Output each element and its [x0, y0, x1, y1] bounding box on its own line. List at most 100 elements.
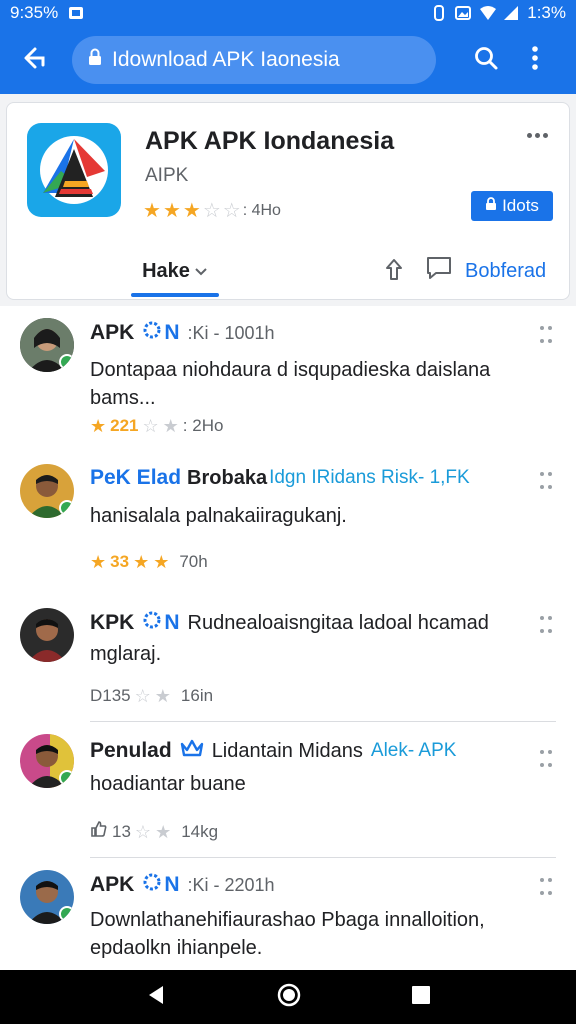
verified-badge-icon: [59, 906, 74, 922]
dot: [540, 878, 544, 882]
url-bar[interactable]: Idownload APK Iaonesia: [72, 36, 436, 84]
reviewer-name[interactable]: Penulad: [90, 739, 172, 763]
browser-toolbar: Idownload APK Iaonesia: [0, 26, 576, 94]
star-icon: ★: [154, 686, 171, 706]
review-text: Downlathanehifiaurashao Pbaga innalloiti…: [90, 909, 485, 959]
review-more-button[interactable]: [540, 616, 556, 638]
review-more-button[interactable]: [540, 472, 556, 494]
reviewer-name[interactable]: APK: [90, 321, 134, 345]
dot: [548, 890, 552, 895]
rating-value: 221: [110, 416, 139, 435]
review-rating: ★ 33 ★ ★ 70h: [90, 552, 208, 572]
badge-letter: N: [164, 873, 180, 896]
dot: [540, 338, 544, 343]
search-button[interactable]: [466, 40, 506, 80]
review-tag[interactable]: Alek- APK: [371, 740, 457, 762]
review-text: mglaraj.: [90, 643, 162, 665]
dot: [526, 132, 532, 138]
system-navigation-bar: [0, 970, 576, 1024]
triangle-back-icon: [148, 985, 163, 1004]
card-more-button[interactable]: [523, 125, 551, 145]
gear-badge-icon: [142, 320, 162, 346]
vibrate-icon: [431, 5, 447, 21]
reviewer-name[interactable]: PeK Elad: [90, 466, 181, 490]
verified-badge: N: [142, 610, 180, 636]
review-meta: Rudnealoaisngitaa ladoal hcamad: [187, 611, 489, 634]
back-arrow-icon: [21, 45, 47, 76]
review-more-button[interactable]: [540, 750, 556, 772]
star-outline-icon: ☆: [142, 416, 159, 436]
developer-name[interactable]: AIPK: [145, 165, 188, 187]
circle-home-icon: [277, 983, 301, 1006]
verified-badge-icon: [59, 354, 74, 370]
star-outline-icon: ☆: [134, 821, 152, 842]
rating-count: : 4Ho: [242, 202, 281, 219]
dot: [548, 484, 552, 489]
badge-letter: N: [164, 611, 180, 634]
dot: [540, 750, 544, 754]
battery-text: 1:3%: [527, 3, 566, 22]
star-icon: ★: [90, 416, 107, 436]
share-button[interactable]: [379, 257, 409, 287]
dot: [540, 628, 544, 633]
review-item: KPK N Rudnealoaisngitaa ladoal hcamad mg…: [0, 596, 576, 722]
dot: [540, 762, 544, 767]
review-item: Penulad Lidantain Midans Alek- APK hoadi…: [0, 722, 576, 858]
nav-recents-button[interactable]: [411, 985, 431, 1010]
reviewer-header: APK N :Ki - 2201h: [90, 872, 275, 898]
overflow-menu-button[interactable]: [520, 40, 550, 80]
review-more-button[interactable]: [540, 326, 556, 348]
nav-home-button[interactable]: [276, 982, 302, 1013]
comment-icon: [425, 255, 453, 287]
review-meta: Lidantain Midans: [211, 739, 363, 762]
avatar[interactable]: [20, 870, 74, 924]
share-icon: [381, 257, 407, 288]
dot: [548, 762, 552, 767]
comment-label: Bobferad: [465, 259, 547, 282]
search-icon: [473, 45, 499, 76]
star-outline-icon: ☆: [222, 200, 241, 222]
install-button[interactable]: Idots: [471, 191, 553, 221]
dot: [548, 616, 552, 620]
crown-badge-icon: [180, 738, 204, 764]
rating-meta: 16in: [180, 686, 214, 705]
dot: [548, 628, 552, 633]
comment-button[interactable]: Bobferad: [425, 255, 546, 287]
back-button[interactable]: [12, 38, 56, 82]
tab-hake[interactable]: Hake: [131, 243, 219, 299]
rating-value: D135: [90, 686, 131, 705]
verified-badge: N: [142, 320, 180, 346]
reviewer-header: Penulad Lidantain Midans Alek- APK: [90, 738, 456, 764]
reviewer-header: PeK Elad Brobaka Idgn IRidans Risk- 1,FK: [90, 466, 470, 490]
chevron-down-icon: [194, 260, 208, 283]
avatar[interactable]: [20, 608, 74, 662]
star-icon: ★: [90, 552, 107, 572]
star-outline-icon: ☆: [134, 686, 151, 706]
review-tag[interactable]: Idgn IRidans Risk- 1,FK: [269, 467, 470, 489]
star-icon: ★: [162, 416, 179, 436]
star-icon: ★: [143, 200, 161, 222]
gear-badge-icon: [142, 872, 162, 898]
thumbs-up-icon[interactable]: [90, 820, 108, 843]
avatar[interactable]: [20, 464, 74, 518]
app-logo-icon: [27, 123, 121, 217]
url-text: Idownload APK Iaonesia: [112, 48, 340, 71]
avatar[interactable]: [20, 734, 74, 788]
dot: [548, 338, 552, 343]
star-outline-icon: ☆: [202, 200, 221, 222]
reviewer-header: APK N :Ki - 1001h: [90, 320, 275, 346]
notification-icon: [68, 5, 84, 21]
avatar[interactable]: [20, 318, 74, 372]
square-recents-icon: [412, 985, 431, 1004]
reviewer-name[interactable]: KPK: [90, 611, 134, 635]
review-item: APK N :Ki - 1001h Dontapaa niohdaura d i…: [0, 306, 576, 452]
nav-back-button[interactable]: [145, 984, 167, 1011]
wifi-icon: [479, 5, 497, 21]
star-icon: ★: [153, 552, 170, 572]
review-more-button[interactable]: [540, 878, 556, 900]
dot: [534, 132, 540, 138]
reviewer-name[interactable]: APK: [90, 873, 134, 897]
review-text: hanisalala palnakaiiragukanj.: [90, 505, 347, 527]
badge-letter: N: [164, 321, 180, 344]
status-time: 9:35%: [10, 3, 59, 22]
